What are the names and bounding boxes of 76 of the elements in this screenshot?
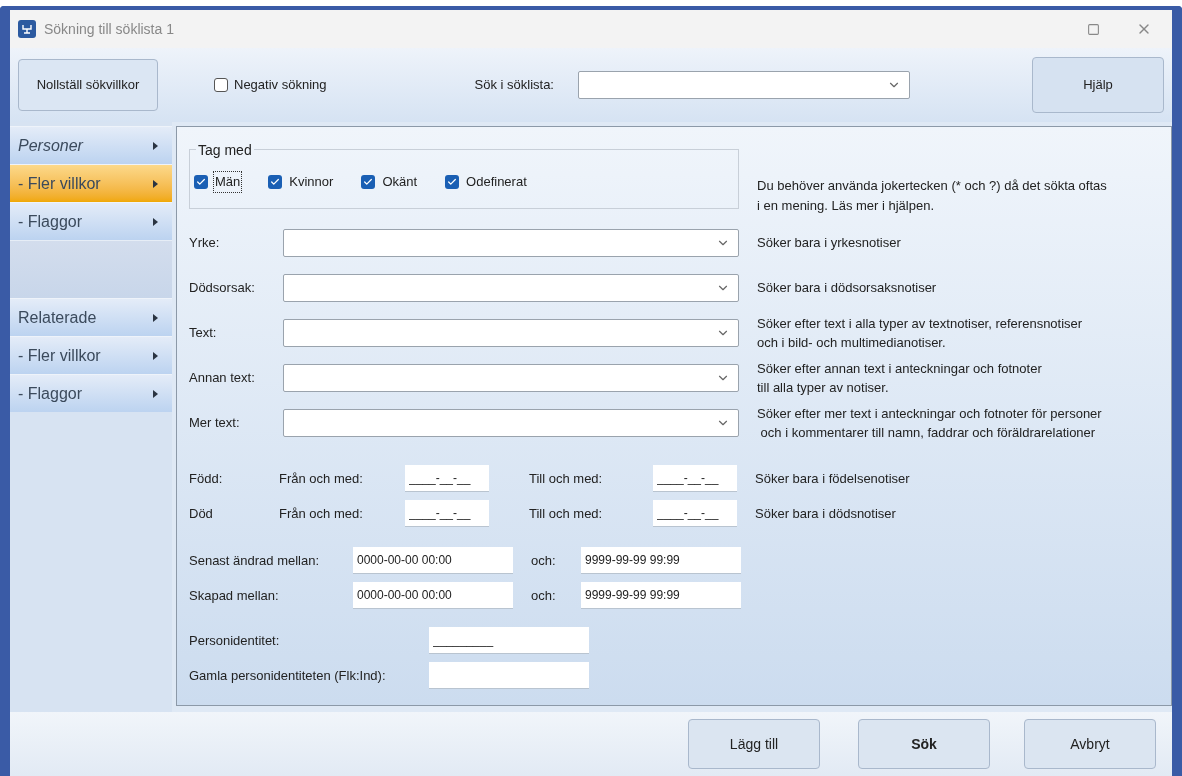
maximize-icon[interactable] — [1087, 22, 1100, 36]
field-label: Senast ändrad mellan: — [189, 551, 321, 570]
input-field[interactable]: ____-__-__ — [653, 500, 737, 527]
checkbox-label: Negativ sökning — [234, 76, 327, 95]
sidebar-item[interactable]: - Flaggor — [10, 374, 172, 412]
input-field[interactable]: 9999-99-99 99:99 — [581, 582, 741, 609]
hint-text: Söker efter text i alla typer av textnotiser, referensnotiser och i bild- och multimedianotiser. — [757, 315, 1083, 350]
input-field[interactable]: 0000-00-00 00:00 — [353, 582, 513, 609]
sidebar-item[interactable]: - Fler villkor — [10, 164, 172, 202]
field-label: Text: — [189, 324, 218, 343]
field-label: Annan text: — [189, 369, 256, 388]
check-icon — [363, 177, 374, 187]
checkbox-label: Kvinnor — [288, 173, 335, 192]
sidebar-item[interactable]: - Fler villkor — [10, 336, 172, 374]
checkbox[interactable] — [361, 175, 376, 189]
dialog-button[interactable]: Sök — [858, 719, 990, 769]
hint-text: Söker bara i yrkesnotiser — [757, 235, 901, 251]
input-field[interactable]: ____-__-__ — [405, 465, 489, 492]
field-label: Dödsorsak: — [189, 279, 256, 298]
window-title: Sökning till söklista 1 — [44, 19, 174, 39]
arrow-icon — [153, 351, 158, 360]
arrow-icon — [153, 313, 158, 322]
field-label: och: — [531, 586, 557, 605]
arrow-icon — [153, 389, 158, 398]
input-field[interactable]: 0000-00-00 00:00 — [353, 547, 513, 574]
input-field[interactable]: _________ — [429, 627, 589, 654]
dialog-button[interactable]: Avbryt — [1024, 719, 1156, 769]
hint-text: Söker efter mer text i anteckningar och fotnoter för personer och i kommentarer till namn, faddrar och föräldrarelationer — [757, 405, 1102, 440]
combo-box[interactable] — [578, 71, 910, 99]
hint-text: Söker bara i födelsenotiser — [755, 470, 910, 486]
hint-text: Du behöver använda jokertecken (* och ?) då det sökta oftas i en mening. Läs mer i hjälpen. — [757, 178, 1107, 213]
input-field[interactable]: 9999-99-99 99:99 — [581, 547, 741, 574]
field-label: Yrke: — [189, 234, 221, 253]
field-label: Från och med: — [279, 504, 364, 523]
checkbox[interactable] — [214, 78, 228, 92]
field-label: Sök i söklista: — [474, 76, 554, 95]
field-label: Född: — [189, 469, 224, 488]
checkbox[interactable] — [194, 175, 208, 189]
app-icon — [18, 20, 36, 38]
checkbox-label: Odefinerat — [465, 173, 528, 192]
field-label: Död — [189, 504, 214, 523]
hint-text: Söker efter annan text i anteckningar och fotnoter till alla typer av notiser. — [757, 360, 1042, 395]
arrow-icon — [153, 217, 158, 226]
field-label: Gamla personidentiteten (Flk:Ind): — [189, 666, 387, 685]
arrow-icon — [153, 179, 158, 188]
field-label: Personidentitet: — [189, 631, 281, 650]
reset-button[interactable]: Nollställ sökvillkor — [18, 59, 158, 111]
check-icon — [270, 177, 281, 187]
input-field[interactable]: ____-__-__ — [405, 500, 489, 527]
sidebar-item[interactable]: Personer — [10, 126, 172, 164]
hint-text: Söker bara i dödsorsaksnotiser — [757, 280, 937, 296]
checkbox[interactable] — [268, 175, 283, 189]
combo-box[interactable] — [283, 409, 739, 437]
combo-box[interactable] — [283, 274, 739, 302]
field-label: och: — [531, 551, 557, 570]
field-label: Från och med: — [279, 469, 364, 488]
dialog-button[interactable]: Lägg till — [688, 719, 820, 769]
hint-text: Söker bara i dödsnotiser — [755, 505, 896, 521]
input-field[interactable] — [429, 662, 589, 689]
field-label: Till och med: — [529, 504, 604, 523]
check-icon — [196, 177, 206, 187]
field-label: Mer text: — [189, 414, 241, 433]
help-button[interactable]: Hjälp — [1032, 57, 1164, 113]
sidebar-item[interactable]: - Flaggor — [10, 202, 172, 240]
field-label: Till och med: — [529, 469, 604, 488]
combo-box[interactable] — [283, 229, 739, 257]
input-field[interactable]: ____-__-__ — [653, 465, 737, 492]
checkbox[interactable] — [445, 175, 460, 189]
checkbox-label: Män — [213, 171, 243, 193]
check-icon — [447, 177, 458, 187]
checkbox-label: Okänt — [381, 173, 419, 192]
sidebar-item[interactable]: Relaterade — [10, 298, 172, 336]
combo-box[interactable] — [283, 319, 739, 347]
field-label: Skapad mellan: — [189, 586, 280, 605]
arrow-icon — [153, 141, 158, 150]
combo-box[interactable] — [283, 364, 739, 392]
